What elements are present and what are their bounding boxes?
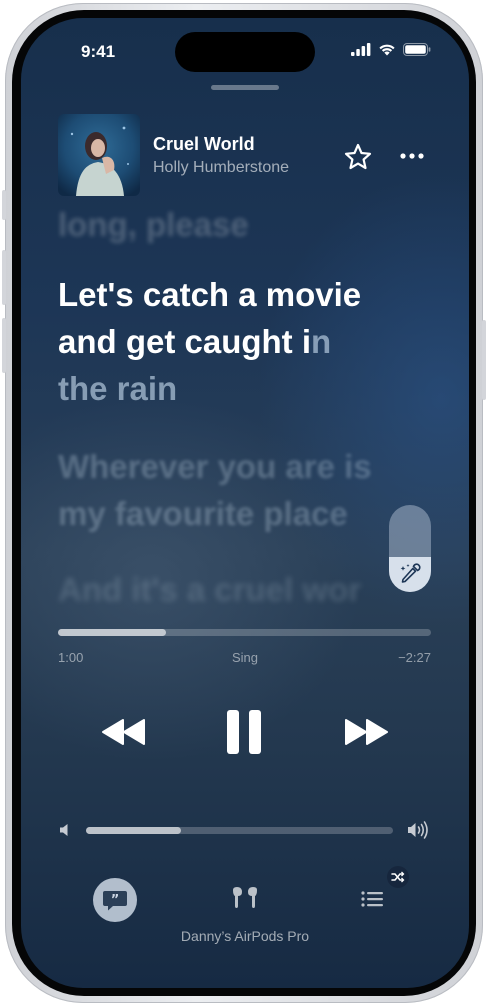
lyric-current-line-2[interactable]: and get caught in <box>58 318 331 365</box>
lyric-current-line-1[interactable]: Let's catch a movie <box>58 271 361 318</box>
lyric-next-line-3[interactable]: And it's a cruel wor <box>58 566 361 613</box>
song-title[interactable]: Cruel World <box>153 134 255 155</box>
action-button <box>2 190 6 220</box>
shuffle-badge[interactable] <box>387 866 409 888</box>
lyric-next-line-2[interactable]: my favourite place <box>58 490 348 537</box>
microphone-sparkle-icon <box>400 563 421 583</box>
status-time: 9:41 <box>81 42 116 61</box>
play-pause-button[interactable] <box>225 708 265 756</box>
ellipsis-icon <box>400 153 424 159</box>
lyric-current-line-3[interactable]: the rain <box>58 365 177 412</box>
previous-track-button[interactable] <box>99 715 149 749</box>
svg-text:”: ” <box>111 893 120 908</box>
star-icon <box>344 143 372 170</box>
forward-icon <box>345 719 388 745</box>
volume-up-button <box>2 250 6 305</box>
volume-down-button <box>2 318 6 373</box>
pause-icon <box>227 710 261 754</box>
now-playing-screen: 9:41 Cruel World Holly Humberstone long,… <box>21 18 469 988</box>
quote-bubble-icon: ” <box>103 891 127 911</box>
backward-icon <box>102 719 145 745</box>
lyric-previous-line[interactable]: long, please <box>58 201 249 248</box>
volume-slider[interactable] <box>86 827 393 834</box>
home-indicator <box>178 973 312 978</box>
lyric-sung-text: and get caught i <box>58 323 312 360</box>
wifi-icon <box>379 44 395 56</box>
next-track-button[interactable] <box>341 715 391 749</box>
battery-icon <box>403 43 431 56</box>
airpods-icon <box>233 887 257 908</box>
status-icons <box>351 43 431 56</box>
volume-level-fill <box>86 827 182 834</box>
song-artist[interactable]: Holly Humberstone <box>153 159 289 177</box>
speaker-high-icon <box>408 821 428 839</box>
playback-progress-fill <box>58 629 167 636</box>
album-art-image <box>58 114 140 196</box>
more-button[interactable] <box>399 145 425 167</box>
lyrics-button[interactable]: ” <box>93 878 137 922</box>
lyric-upcoming-text: n <box>311 323 332 360</box>
sheet-grabber[interactable] <box>211 85 279 90</box>
output-device-label[interactable]: Danny’s AirPods Pro <box>21 928 469 944</box>
list-icon <box>361 891 383 907</box>
side-button <box>482 320 486 400</box>
favorite-button[interactable] <box>343 142 373 172</box>
airplay-output-button[interactable] <box>228 884 262 914</box>
shuffle-icon <box>391 871 405 883</box>
speaker-low-icon <box>60 824 68 836</box>
lyric-next-line-1[interactable]: Wherever you are is <box>58 443 372 490</box>
playback-scrubber[interactable] <box>58 629 431 636</box>
cellular-signal-icon <box>351 43 371 56</box>
remaining-time: −2:27 <box>398 650 431 665</box>
queue-button[interactable] <box>357 884 387 914</box>
dynamic-island <box>175 32 315 72</box>
album-art[interactable] <box>58 114 140 196</box>
sing-vocal-slider[interactable] <box>389 505 431 592</box>
